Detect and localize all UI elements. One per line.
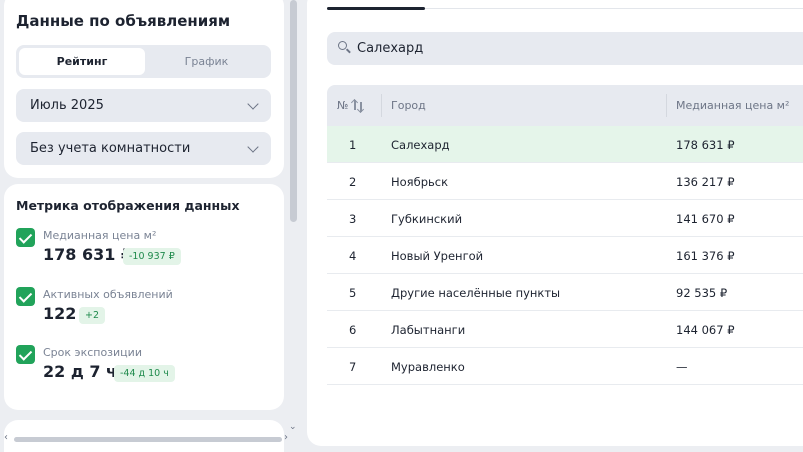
active-tab-indicator[interactable] bbox=[327, 7, 425, 10]
rooms-select-value: Без учета комнатности bbox=[30, 141, 191, 156]
cell-city: Ноябрьск bbox=[391, 174, 449, 189]
cell-price: 141 670 ₽ bbox=[676, 211, 735, 226]
cell-price: — bbox=[676, 359, 688, 374]
cell-price: 144 067 ₽ bbox=[676, 322, 735, 337]
tab-rating[interactable]: Рейтинг bbox=[19, 48, 145, 75]
vertical-scrollbar-thumb[interactable] bbox=[290, 0, 297, 222]
checkbox-checked-icon[interactable] bbox=[16, 287, 35, 306]
horizontal-scrollbar[interactable]: ‹ › bbox=[0, 432, 300, 446]
cell-price: 96 553 ₽ bbox=[676, 385, 727, 399]
metric-exposure-time: Срок экспозиции 22 д 7 ч -44 д 10 ч bbox=[16, 345, 276, 393]
cell-number: 7 bbox=[349, 359, 357, 374]
rooms-select[interactable]: Без учета комнатности bbox=[16, 132, 271, 165]
table-row[interactable]: 2 Ноябрьск 136 217 ₽ bbox=[327, 163, 803, 200]
metric-value: 122 bbox=[43, 304, 77, 323]
checkbox-checked-icon[interactable] bbox=[16, 345, 35, 364]
cell-city: Муравленко bbox=[391, 359, 465, 374]
column-median-price[interactable]: Медианная цена м² bbox=[676, 85, 789, 126]
cell-city: Губкинский bbox=[391, 211, 463, 226]
column-number[interactable]: № bbox=[337, 85, 365, 126]
table-row[interactable]: 3 Губкинский 141 670 ₽ bbox=[327, 200, 803, 237]
vertical-scrollbar[interactable]: ⌄ bbox=[289, 0, 299, 440]
panel-title: Данные по объявлениям bbox=[16, 12, 231, 30]
metrics-card: Метрика отображения данных Медианная цен… bbox=[4, 184, 284, 410]
metric-delta-badge: +2 bbox=[79, 307, 106, 324]
search-bar[interactable] bbox=[327, 32, 803, 65]
chevron-down-icon bbox=[247, 141, 259, 153]
cell-number: 8 bbox=[349, 385, 356, 399]
table-header: № Город Медианная цена м² bbox=[327, 85, 803, 126]
cell-number: 3 bbox=[349, 211, 357, 226]
cell-price: 92 535 ₽ bbox=[676, 285, 728, 300]
cell-number: 1 bbox=[349, 137, 357, 152]
cell-number: 6 bbox=[349, 322, 357, 337]
metric-value: 22 д 7 ч bbox=[43, 362, 118, 381]
cell-price: 178 631 ₽ bbox=[676, 137, 735, 152]
metric-value: 178 631 ₽ bbox=[43, 245, 133, 264]
rating-table: № Город Медианная цена м² 1 Салехард 178… bbox=[327, 85, 803, 398]
search-input[interactable] bbox=[357, 32, 797, 65]
metric-label: Активных объявлений bbox=[43, 288, 173, 301]
metrics-title: Метрика отображения данных bbox=[16, 198, 240, 213]
scroll-right-icon[interactable]: › bbox=[284, 432, 288, 443]
month-select-value: Июль 2025 bbox=[30, 98, 104, 113]
scroll-left-icon[interactable]: ‹ bbox=[4, 432, 8, 443]
table-row[interactable]: 6 Лабытнанги 144 067 ₽ bbox=[327, 311, 803, 348]
cell-city: Другие населённые пункты bbox=[391, 285, 561, 300]
checkbox-checked-icon[interactable] bbox=[16, 228, 35, 247]
metric-active-listings: Активных объявлений 122 +2 bbox=[16, 287, 276, 335]
metric-label: Медианная цена м² bbox=[43, 229, 157, 242]
table-body[interactable]: 1 Салехард 178 631 ₽ 2 Ноябрьск 136 217 … bbox=[327, 126, 803, 398]
metric-median-price: Медианная цена м² 178 631 ₽ -10 937 ₽ bbox=[16, 228, 276, 276]
horizontal-scrollbar-thumb[interactable] bbox=[14, 437, 282, 442]
cell-number: 4 bbox=[349, 248, 357, 263]
column-city[interactable]: Город bbox=[391, 85, 426, 126]
cell-city: Новый Уренгой bbox=[391, 248, 484, 263]
metric-delta-badge: -10 937 ₽ bbox=[123, 248, 181, 265]
filters-card: Данные по объявлениям Рейтинг График Июл… bbox=[4, 0, 284, 178]
cell-city: Салехард bbox=[391, 137, 450, 152]
chevron-down-icon bbox=[247, 98, 259, 110]
cell-city: Надым bbox=[391, 385, 432, 399]
cell-price: 136 217 ₽ bbox=[676, 174, 735, 189]
table-row[interactable]: 4 Новый Уренгой 161 376 ₽ bbox=[327, 237, 803, 274]
table-row[interactable]: 7 Муравленко — bbox=[327, 348, 803, 385]
cell-city: Лабытнанги bbox=[391, 322, 466, 337]
search-icon bbox=[338, 41, 351, 54]
view-toggle: Рейтинг График bbox=[16, 45, 271, 78]
main-panel: № Город Медианная цена м² 1 Салехард 178… bbox=[307, 0, 803, 446]
column-divider bbox=[381, 94, 382, 117]
cell-number: 5 bbox=[349, 285, 357, 300]
scroll-down-icon[interactable]: ⌄ bbox=[289, 422, 297, 432]
month-select[interactable]: Июль 2025 bbox=[16, 89, 271, 122]
left-sidebar: Данные по объявлениям Рейтинг График Июл… bbox=[0, 0, 300, 452]
cell-price: 161 376 ₽ bbox=[676, 248, 735, 263]
column-label: № bbox=[337, 99, 349, 112]
cell-number: 2 bbox=[349, 174, 357, 189]
table-row[interactable]: 5 Другие населённые пункты 92 535 ₽ bbox=[327, 274, 803, 311]
column-divider bbox=[666, 94, 667, 117]
table-row[interactable]: 8 Надым 96 553 ₽ bbox=[327, 385, 803, 399]
metric-delta-badge: -44 д 10 ч bbox=[114, 365, 175, 382]
sort-icon[interactable] bbox=[353, 99, 365, 112]
table-row[interactable]: 1 Салехард 178 631 ₽ bbox=[327, 126, 803, 163]
metric-label: Срок экспозиции bbox=[43, 346, 142, 359]
tab-chart[interactable]: График bbox=[145, 48, 268, 75]
